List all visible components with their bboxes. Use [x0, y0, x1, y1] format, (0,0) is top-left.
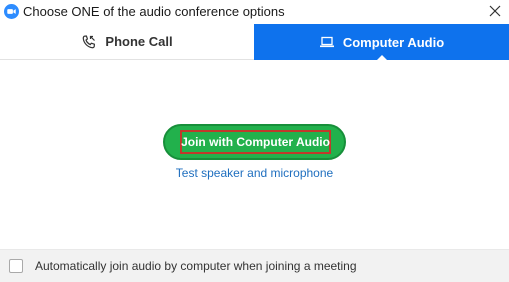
test-link-label: Test speaker and microphone: [175, 166, 334, 180]
tab-phone-call[interactable]: Phone Call: [0, 24, 254, 60]
audio-tabs: Phone Call Computer Audio: [0, 24, 509, 61]
footer-bar: Automatically join audio by computer whe…: [0, 249, 509, 282]
zoom-camera-icon: [4, 4, 19, 19]
join-button-label: Join with Computer Audio: [180, 130, 331, 154]
auto-join-label: Automatically join audio by computer whe…: [35, 259, 357, 273]
tab-phone-call-label: Phone Call: [105, 34, 173, 49]
auto-join-checkbox[interactable]: [9, 259, 23, 273]
join-with-computer-audio-button[interactable]: Join with Computer Audio: [163, 124, 346, 160]
audio-options-dialog: Choose ONE of the audio conference optio…: [0, 0, 509, 282]
close-icon[interactable]: [487, 3, 503, 19]
title-bar: Choose ONE of the audio conference optio…: [0, 0, 509, 24]
window-title: Choose ONE of the audio conference optio…: [23, 4, 285, 19]
tab-computer-audio[interactable]: Computer Audio: [254, 24, 509, 61]
test-speaker-microphone-link[interactable]: Test speaker and microphone: [0, 166, 509, 180]
laptop-icon: [319, 36, 334, 48]
selected-tab-indicator: [375, 55, 388, 61]
tab-computer-audio-label: Computer Audio: [342, 34, 445, 50]
phone-icon: [83, 34, 96, 48]
